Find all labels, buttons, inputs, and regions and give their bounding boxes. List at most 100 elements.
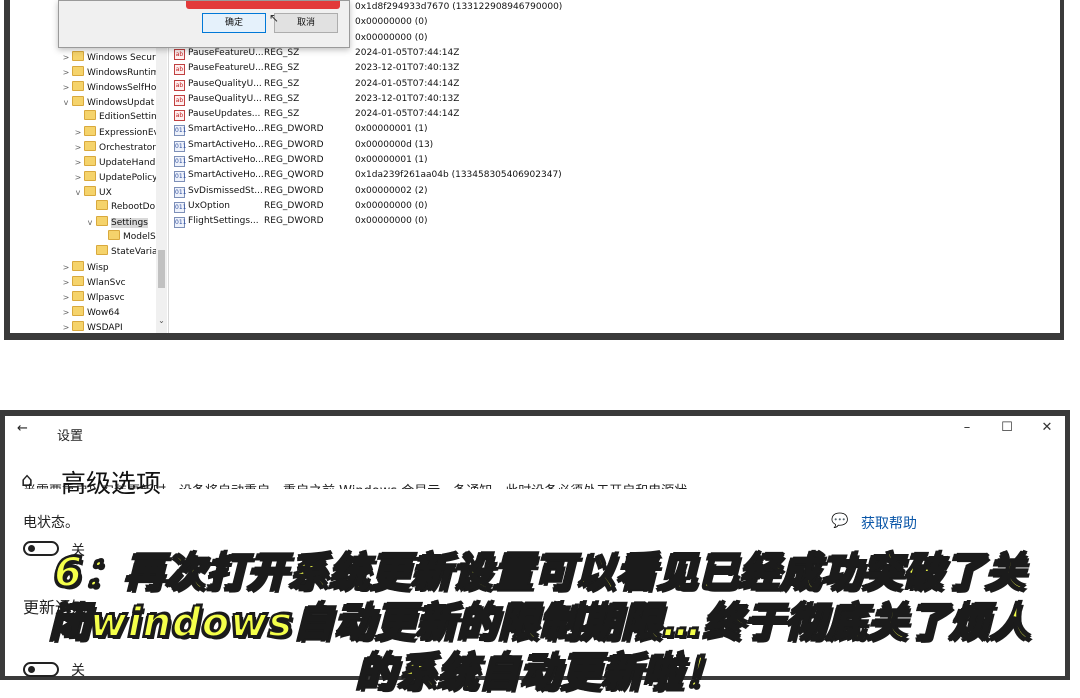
value-type: REG_DWORD: [264, 216, 324, 227]
chevron-right-icon[interactable]: >: [74, 125, 82, 140]
chevron-right-icon[interactable]: >: [62, 65, 70, 80]
chevron-right-icon[interactable]: >: [62, 275, 70, 290]
tree-item-label: Wlpasvc: [87, 293, 125, 303]
tree-item[interactable]: > ExpressionEv: [74, 125, 159, 140]
tree-item-label: UpdateHand: [99, 158, 156, 168]
tree-item[interactable]: > WlanSvc: [62, 275, 126, 290]
registry-value-row[interactable]: ab PauseFeatureU... REG_SZ 2023-12-01T07:40…: [172, 61, 1032, 76]
chevron-right-icon[interactable]: >: [62, 50, 70, 65]
tree-item[interactable]: > Wisp: [62, 260, 109, 275]
restart-description-text: 当需要重启以安装更新时，设备将自动重启。重启之前 Windows 会显示一条通知…: [23, 480, 823, 489]
registry-value-row[interactable]: ab PauseFeatureU... REG_SZ 2024-01-05T07:44…: [172, 46, 1032, 61]
string-value-icon: ab: [174, 79, 185, 91]
string-value-icon: ab: [174, 64, 185, 76]
ok-button[interactable]: 确定: [202, 13, 266, 33]
registry-value-row[interactable]: 011 SvDismissedSt... REG_DWORD 0x00000002 (…: [172, 184, 1032, 199]
dialog-highlight-bar: [186, 1, 340, 9]
folder-icon: [84, 171, 96, 181]
chevron-right-icon[interactable]: >: [74, 155, 82, 170]
tree-item-label: UX: [99, 188, 112, 198]
value-data: 0x00000001 (1): [355, 124, 428, 135]
registry-value-row[interactable]: ab PauseQualityU... REG_SZ 2023-12-01T07:40…: [172, 92, 1032, 107]
value-name: SmartActiveHo...: [188, 124, 264, 135]
tree-item[interactable]: > UpdatePolicy: [74, 170, 157, 185]
tree-item[interactable]: ModelS: [98, 230, 156, 245]
tree-item[interactable]: > Orchestrator: [74, 140, 156, 155]
maximize-button[interactable]: ☐: [997, 420, 1017, 435]
tree-item[interactable]: > WindowsRuntim: [62, 65, 159, 80]
string-value-icon: ab: [174, 94, 185, 106]
tree-item-label: ExpressionEv: [99, 128, 159, 138]
string-value-icon: ab: [174, 48, 185, 60]
value-type: REG_SZ: [264, 47, 300, 58]
scroll-down-icon[interactable]: ⌄: [156, 316, 167, 325]
tree-scrollbar[interactable]: ⌄: [156, 0, 167, 333]
value-data: 0x00000000 (0): [355, 17, 428, 28]
registry-value-row[interactable]: 011 SmartActiveHo... REG_DWORD 0x00000001 (…: [172, 153, 1032, 168]
value-type: REG_DWORD: [264, 124, 324, 135]
tree-item[interactable]: > Wow64: [62, 305, 120, 320]
tree-item[interactable]: > Windows Securi: [62, 50, 158, 65]
value-name: SmartActiveHo...: [188, 139, 264, 150]
value-data: 2023-12-01T07:40:13Z: [355, 63, 460, 74]
minimize-button[interactable]: –: [957, 420, 977, 435]
chevron-right-icon[interactable]: >: [74, 140, 82, 155]
value-name: SmartActiveHo...: [188, 170, 264, 181]
value-data: 0x1da239f261aa04b (133458305406902347): [355, 170, 562, 181]
get-help-link[interactable]: 获取帮助: [861, 513, 917, 533]
chevron-down-icon[interactable]: v: [74, 185, 82, 200]
chevron-right-icon[interactable]: >: [62, 320, 70, 333]
registry-value-row[interactable]: 011 UxOption REG_DWORD 0x00000000 (0): [172, 199, 1032, 214]
tree-scrollbar-thumb[interactable]: [158, 250, 165, 288]
value-data: 0x00000002 (2): [355, 185, 428, 196]
folder-icon: [84, 186, 96, 196]
tree-item-label: WindowsUpdat: [87, 98, 155, 108]
tree-item[interactable]: > Wlpasvc: [62, 290, 125, 305]
close-button[interactable]: ✕: [1037, 420, 1057, 435]
registry-value-row[interactable]: 011 SmartActiveHo... REG_DWORD 0x00000001 (…: [172, 122, 1032, 137]
tree-item[interactable]: StateVaria: [86, 245, 158, 260]
tree-item-label: Wow64: [87, 308, 120, 318]
binary-value-icon: 011: [174, 201, 187, 213]
back-arrow-icon[interactable]: ←: [17, 421, 28, 436]
tree-item[interactable]: v UX: [74, 185, 112, 200]
tree-item[interactable]: > WindowsSelfHo: [62, 80, 156, 95]
folder-icon: [72, 321, 84, 331]
tree-item[interactable]: RebootDo: [86, 200, 155, 215]
folder-icon: [84, 110, 96, 120]
value-data: 0x0000000d (13): [355, 139, 434, 150]
tree-item-label: StateVaria: [111, 247, 158, 257]
chevron-right-icon[interactable]: >: [62, 305, 70, 320]
cancel-button[interactable]: 取消: [274, 13, 338, 33]
chevron-right-icon[interactable]: >: [62, 290, 70, 305]
chevron-right-icon[interactable]: >: [74, 170, 82, 185]
chevron-right-icon[interactable]: >: [62, 80, 70, 95]
chevron-down-icon[interactable]: v: [62, 95, 70, 110]
tree-item-label: WindowsRuntim: [87, 68, 160, 78]
chevron-right-icon[interactable]: >: [62, 260, 70, 275]
caption-line: 的系统自动更新啦！: [355, 649, 725, 697]
folder-icon: [72, 291, 84, 301]
value-data: 0x1d8f294933d7670 (133122908946790000): [355, 2, 563, 12]
tree-item-label: WSDAPI: [87, 323, 123, 333]
value-name: FlightSettings...: [188, 216, 259, 227]
tree-item[interactable]: > UpdateHand: [74, 155, 155, 170]
tree-item[interactable]: v WindowsUpdat: [62, 95, 154, 110]
restart-description-continued: 电状态。: [23, 515, 79, 531]
binary-value-icon: 011: [174, 217, 187, 229]
tree-item[interactable]: > WSDAPI: [62, 320, 123, 333]
registry-value-row[interactable]: 011 FlightSettings... REG_DWORD 0x00000000 …: [172, 214, 1032, 229]
registry-value-row[interactable]: 011 SmartActiveHo... REG_QWORD 0x1da239f261…: [172, 168, 1032, 183]
value-type: REG_SZ: [264, 63, 300, 74]
folder-icon: [72, 96, 84, 106]
registry-value-row[interactable]: ab PauseUpdates... REG_SZ 2024-01-05T07:44:…: [172, 107, 1032, 122]
tree-item[interactable]: EditionSetting: [74, 110, 162, 125]
tree-item[interactable]: v Settings: [86, 215, 148, 230]
chevron-down-icon[interactable]: v: [86, 215, 94, 230]
folder-icon: [72, 66, 84, 76]
registry-value-row[interactable]: ab PauseQualityU... REG_SZ 2024-01-05T07:44…: [172, 77, 1032, 92]
value-name: PauseFeatureU...: [188, 47, 264, 58]
value-name: SmartActiveHo...: [188, 155, 264, 165]
tutorial-caption: 6：再次打开系统更新设置可以看见已经成功突破了关 闭windows自动更新的限制…: [0, 548, 1080, 698]
registry-value-row[interactable]: 011 SmartActiveHo... REG_DWORD 0x0000000d (…: [172, 138, 1032, 153]
